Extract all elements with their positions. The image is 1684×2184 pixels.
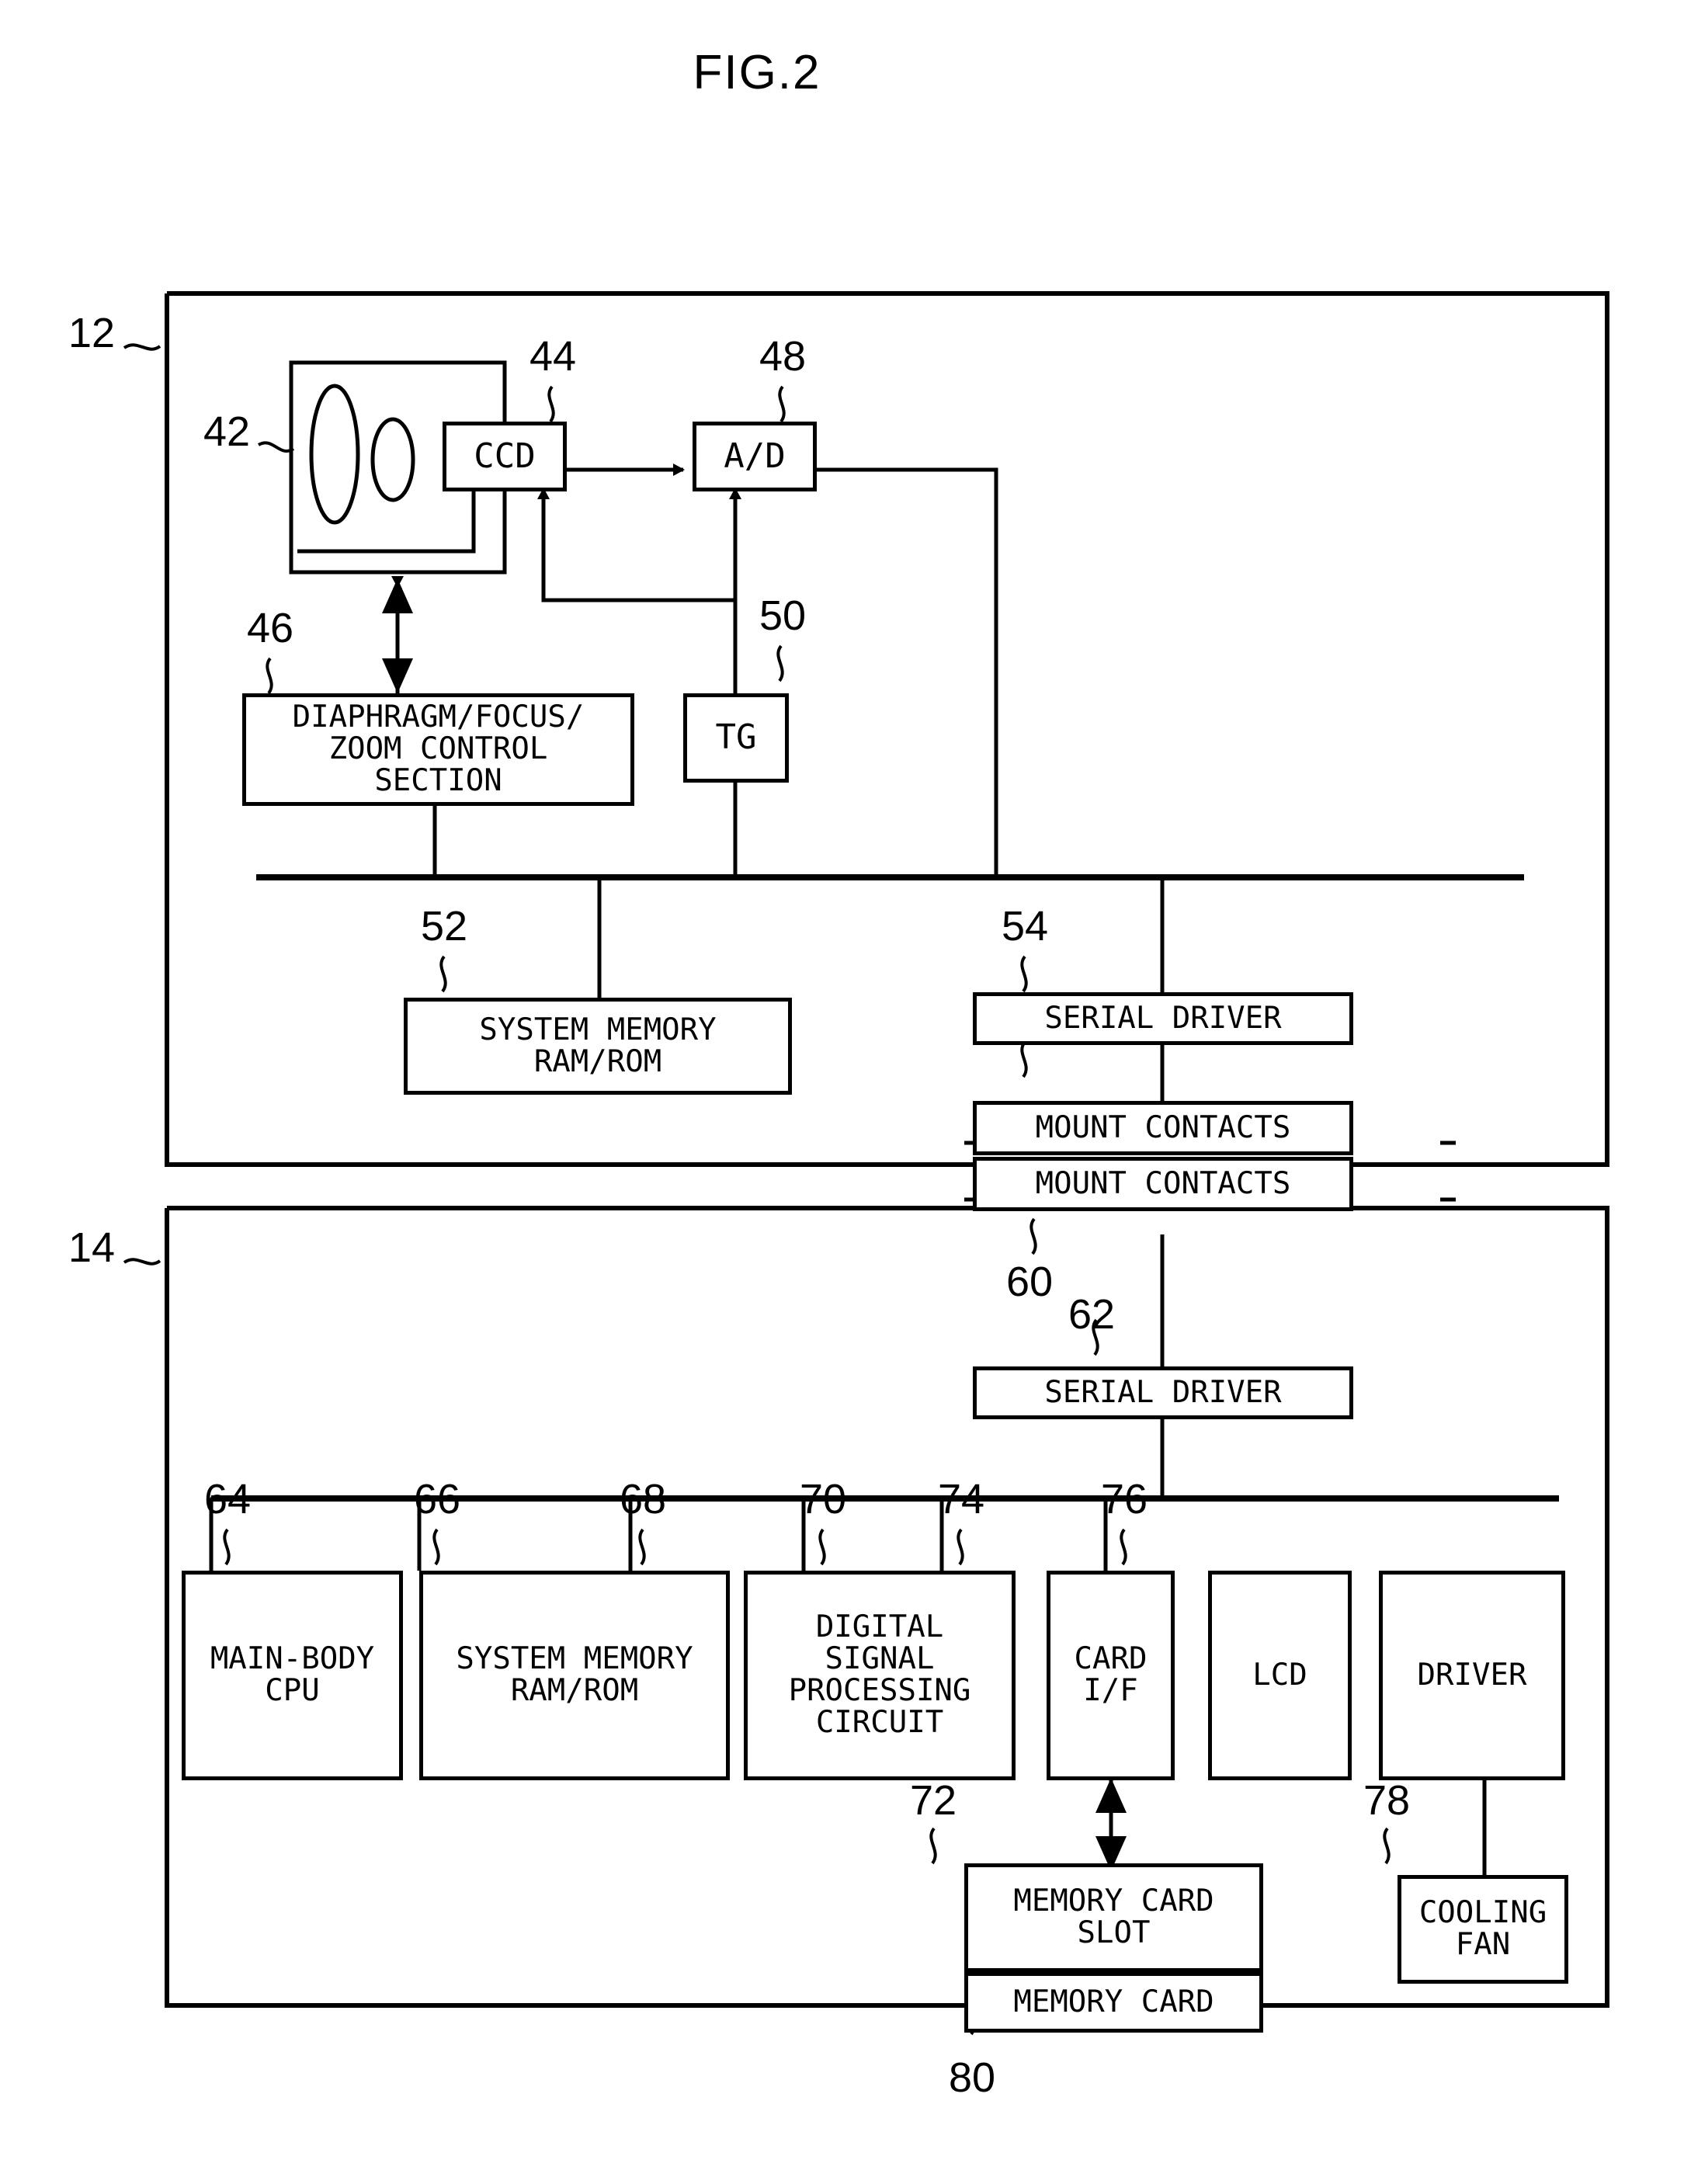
block-main-body-cpu-label: MAIN-BODY CPU: [210, 1641, 375, 1708]
block-driver-label: DRIVER: [1417, 1657, 1527, 1693]
tg-to-ccd-connector: [541, 489, 735, 602]
block-tg[interactable]: TG: [683, 693, 789, 783]
ref-numeral-74: 74: [938, 1476, 985, 1523]
block-system-memory-lens-label: SYSTEM MEMORY RAM/ROM: [479, 1012, 717, 1079]
block-serial-driver-lens-label: SERIAL DRIVER: [1044, 1000, 1282, 1036]
lens-element-rear: [370, 417, 415, 502]
block-dsp-label: DIGITAL SIGNAL PROCESSING CIRCUIT: [788, 1609, 971, 1740]
block-memory-card-label: MEMORY CARD: [1013, 1984, 1214, 2019]
ref-numeral-68: 68: [620, 1476, 667, 1523]
block-mount-contacts-lens-label: MOUNT CONTACTS: [1035, 1109, 1291, 1145]
block-ad[interactable]: A/D: [693, 422, 817, 491]
ref-numeral-62: 62: [1068, 1291, 1116, 1338]
block-cooling-fan-label: COOLING FAN: [1418, 1895, 1547, 1962]
lens-element-front: [309, 384, 360, 525]
block-mount-contacts-body[interactable]: MOUNT CONTACTS: [973, 1157, 1353, 1211]
figure-title: FIG.2: [693, 46, 821, 99]
block-memory-card-slot-label: MEMORY CARD SLOT: [1013, 1884, 1214, 1950]
ref-numeral-60: 60: [1006, 1259, 1054, 1305]
block-diaphragm-label: DIAPHRAGM/FOCUS/ ZOOM CONTROL SECTION: [292, 700, 585, 798]
ad-to-bus-connector: [817, 467, 998, 877]
ref-numeral-64: 64: [204, 1476, 252, 1523]
block-system-memory-body[interactable]: SYSTEM MEMORY RAM/ROM: [419, 1571, 730, 1780]
block-serial-driver-body[interactable]: SERIAL DRIVER: [973, 1366, 1353, 1419]
figure-canvas: [123, 291, 1609, 2036]
block-mount-contacts-lens[interactable]: MOUNT CONTACTS: [973, 1101, 1353, 1155]
ref-numeral-52: 52: [421, 903, 468, 950]
ref-numeral-46: 46: [247, 605, 294, 651]
block-driver[interactable]: DRIVER: [1379, 1571, 1565, 1780]
block-memory-card-slot[interactable]: MEMORY CARD SLOT: [964, 1863, 1263, 1972]
ref-numeral-54: 54: [1002, 903, 1049, 950]
ref-numeral-70: 70: [800, 1476, 847, 1523]
block-system-memory-body-label: SYSTEM MEMORY RAM/ROM: [456, 1641, 693, 1708]
ref-numeral-12: 12: [68, 310, 116, 356]
ref-numeral-76: 76: [1101, 1476, 1148, 1523]
ref-numeral-48: 48: [759, 333, 807, 380]
block-serial-driver-body-label: SERIAL DRIVER: [1044, 1374, 1282, 1410]
ref-numeral-78: 78: [1363, 1777, 1411, 1824]
block-digital-signal-processing-circuit[interactable]: DIGITAL SIGNAL PROCESSING CIRCUIT: [744, 1571, 1016, 1780]
ref-numeral-14: 14: [68, 1224, 116, 1271]
ref-numeral-42: 42: [203, 408, 251, 455]
ref-numeral-66: 66: [414, 1476, 461, 1523]
block-diaphragm-focus-zoom-control[interactable]: DIAPHRAGM/FOCUS/ ZOOM CONTROL SECTION: [242, 693, 634, 806]
ref-numeral-72: 72: [910, 1777, 957, 1824]
block-ccd-label: CCD: [474, 436, 536, 476]
ref-numeral-50: 50: [759, 592, 807, 639]
block-lcd-label: LCD: [1252, 1657, 1307, 1693]
block-memory-card[interactable]: MEMORY CARD: [964, 1972, 1263, 2033]
block-card-if-label: CARD I/F: [1074, 1641, 1148, 1708]
block-ad-label: A/D: [724, 436, 786, 476]
ref-numeral-80: 80: [949, 2054, 996, 2101]
block-cooling-fan[interactable]: COOLING FAN: [1398, 1875, 1568, 1984]
block-ccd[interactable]: CCD: [443, 422, 567, 491]
block-tg-label: TG: [715, 717, 757, 758]
block-lcd[interactable]: LCD: [1208, 1571, 1352, 1780]
ref-numeral-44: 44: [530, 333, 577, 380]
block-card-if[interactable]: CARD I/F: [1047, 1571, 1175, 1780]
block-system-memory-lens[interactable]: SYSTEM MEMORY RAM/ROM: [404, 998, 792, 1095]
block-serial-driver-lens[interactable]: SERIAL DRIVER: [973, 992, 1353, 1045]
block-mount-contacts-body-label: MOUNT CONTACTS: [1035, 1165, 1291, 1201]
block-main-body-cpu[interactable]: MAIN-BODY CPU: [182, 1571, 403, 1780]
